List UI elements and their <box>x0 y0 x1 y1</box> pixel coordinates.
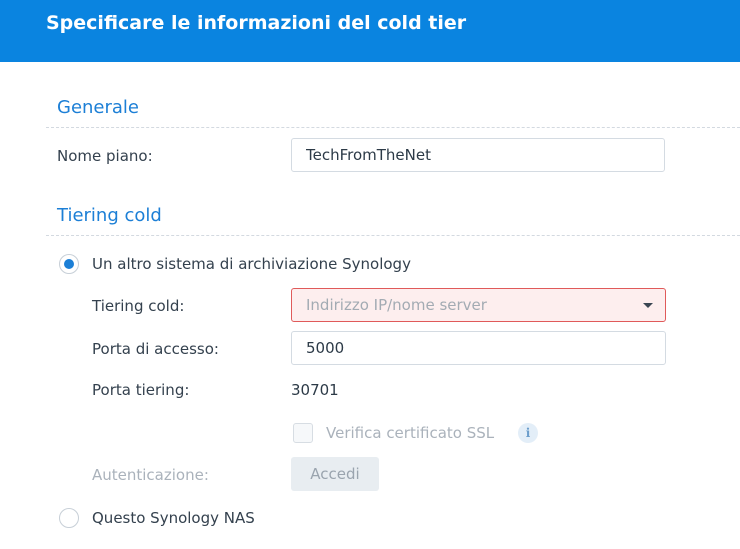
login-button[interactable]: Accedi <box>291 457 379 491</box>
radio-other-synology[interactable] <box>59 254 79 274</box>
section-divider-general <box>46 127 740 128</box>
tiering-port-value: 30701 <box>291 381 339 399</box>
info-icon[interactable]: i <box>518 423 538 443</box>
ssl-verify-label: Verifica certificato SSL <box>326 424 495 442</box>
radio-this-nas[interactable] <box>59 508 79 528</box>
section-title-cold-tiering: Tiering cold <box>57 205 162 226</box>
dialog-header: Specificare le informazioni del cold tie… <box>0 0 740 62</box>
section-divider-cold-tiering <box>46 235 740 236</box>
ssl-verify-checkbox[interactable] <box>293 423 313 443</box>
server-address-select[interactable]: Indirizzo IP/nome server <box>291 288 666 322</box>
radio-other-synology-label[interactable]: Un altro sistema di archiviazione Synolo… <box>92 254 411 274</box>
plan-name-input[interactable] <box>291 138 665 172</box>
access-port-label: Porta di accesso: <box>92 340 219 358</box>
access-port-input[interactable] <box>291 331 666 365</box>
tiering-cold-label: Tiering cold: <box>92 297 185 315</box>
plan-name-label: Nome piano: <box>57 147 153 165</box>
authentication-label: Autenticazione: <box>92 466 209 484</box>
chevron-down-icon <box>643 303 653 308</box>
radio-this-nas-label[interactable]: Questo Synology NAS <box>92 508 255 528</box>
section-title-general: Generale <box>57 97 140 118</box>
dialog-title: Specificare le informazioni del cold tie… <box>46 12 467 34</box>
tiering-port-label: Porta tiering: <box>92 381 190 399</box>
server-address-placeholder: Indirizzo IP/nome server <box>306 296 487 314</box>
